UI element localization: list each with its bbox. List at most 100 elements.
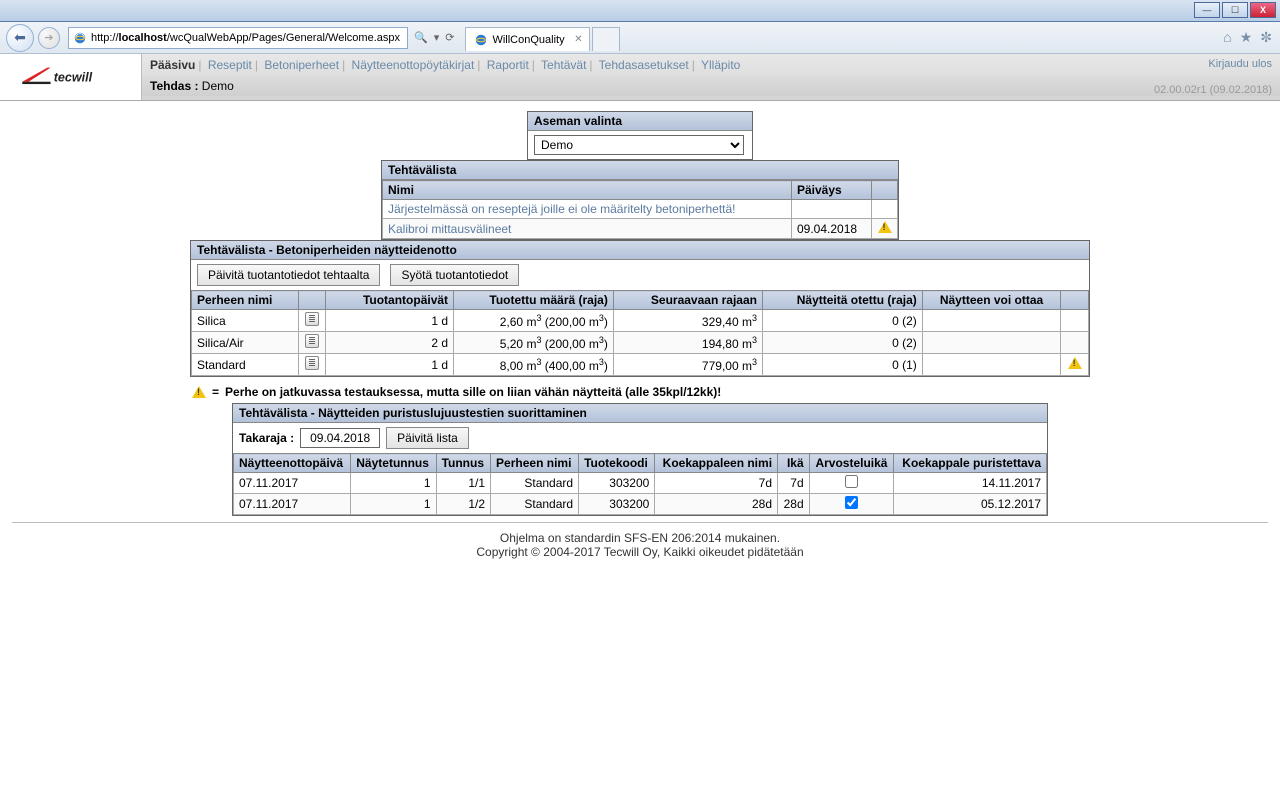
press-table: Näytteenottopäivä Näytetunnus Tunnus Per… — [233, 453, 1047, 515]
cell-cantake — [922, 310, 1060, 332]
cell-product: 303200 — [579, 473, 655, 494]
cell-tunnus: 1/1 — [436, 473, 490, 494]
sampling-row: Standard 1 d 8,00 m3 (400,00 m3) 779,00 … — [192, 354, 1089, 376]
th-warn — [872, 181, 898, 200]
cell-product: 303200 — [579, 494, 655, 515]
tasklist-panel: Tehtävälista Nimi Päiväys Järjestelmässä… — [381, 160, 899, 240]
menu-betoniperheet[interactable]: Betoniperheet — [264, 58, 339, 72]
tehdas-label: Tehdas : — [150, 79, 198, 93]
menu-naytteenotto[interactable]: Näytteenottopöytäkirjat — [352, 58, 475, 72]
tasklist-table: Nimi Päiväys Järjestelmässä on reseptejä… — [382, 180, 898, 239]
cell-cantake — [922, 354, 1060, 376]
cell-family: Standard — [192, 354, 299, 376]
legend-text: Perhe on jatkuvassa testauksessa, mutta … — [225, 385, 721, 399]
address-bar[interactable]: http://localhost/wcQualWebApp/Pages/Gene… — [68, 27, 408, 49]
detail-icon[interactable] — [305, 312, 319, 326]
menu-yllapito[interactable]: Ylläpito — [701, 58, 740, 72]
logout-link[interactable]: Kirjaudu ulos — [1208, 58, 1272, 70]
tasklist-title: Tehtävälista — [382, 161, 898, 180]
cell-tunnus: 1/2 — [436, 494, 490, 515]
warning-icon — [1068, 357, 1082, 369]
tools-icon[interactable]: ✼ — [1260, 29, 1272, 46]
menu-paasivu[interactable]: Pääsivu — [150, 58, 195, 72]
url-dropdown-icon[interactable]: ▾ — [434, 31, 440, 44]
cell-days: 2 d — [326, 332, 454, 354]
th-date: Päiväys — [792, 181, 872, 200]
app-header: tecwill Pääsivu| Reseptit| Betoniperheet… — [0, 54, 1280, 101]
deadline-label: Takaraja : — [239, 431, 294, 445]
task-date — [792, 200, 872, 219]
enter-production-button[interactable]: Syötä tuotantotiedot — [390, 264, 519, 286]
station-panel: Aseman valinta Demo — [527, 111, 753, 160]
detail-icon[interactable] — [305, 356, 319, 370]
cell-id: 1 — [351, 473, 436, 494]
station-select[interactable]: Demo — [534, 135, 744, 155]
footer-line2: Copyright © 2004-2017 Tecwill Oy, Kaikki… — [12, 545, 1268, 559]
detail-icon[interactable] — [305, 334, 319, 348]
update-production-button[interactable]: Päivitä tuotantotiedot tehtaalta — [197, 264, 380, 286]
th-produced: Tuotettu määrä (raja) — [454, 291, 614, 310]
th-product: Tuotekoodi — [579, 454, 655, 473]
refresh-button[interactable]: ⟳ — [445, 31, 454, 44]
cell-family: Standard — [491, 494, 579, 515]
cell-taken: 0 (2) — [762, 310, 922, 332]
url-tools: 🔍 ▾ ⟳ — [411, 31, 457, 44]
th-family: Perheen nimi — [192, 291, 299, 310]
cell-tonext: 194,80 m3 — [613, 332, 762, 354]
cell-warn — [1061, 310, 1089, 332]
th-piece: Koekappaleen nimi — [655, 454, 778, 473]
cell-tonext: 779,00 m3 — [613, 354, 762, 376]
task-warn-cell — [872, 219, 898, 239]
url-path: /wcQualWebApp/Pages/General/Welcome.aspx — [167, 32, 400, 44]
window-maximize-button[interactable]: ☐ — [1222, 2, 1248, 18]
th-icon — [298, 291, 326, 310]
favorites-icon[interactable]: ★ — [1240, 29, 1253, 46]
cell-taken: 0 (1) — [762, 354, 922, 376]
cell-tonext: 329,40 m3 — [613, 310, 762, 332]
th-taken: Näytteitä otettu (raja) — [762, 291, 922, 310]
window-close-button[interactable]: X — [1250, 2, 1276, 18]
window-minimize-button[interactable]: — — [1194, 2, 1220, 18]
cell-must: 14.11.2017 — [894, 473, 1047, 494]
back-button[interactable]: ⬅ — [6, 24, 34, 52]
url-host: localhost — [119, 32, 167, 44]
tab-close-icon[interactable]: ✕ — [574, 34, 582, 45]
task-row: Järjestelmässä on reseptejä joille ei ol… — [383, 200, 898, 219]
th-judge: Arvosteluikä — [809, 454, 894, 473]
cell-produced: 8,00 m3 (400,00 m3) — [454, 354, 614, 376]
judge-checkbox[interactable] — [845, 496, 858, 509]
cell-taken: 0 (2) — [762, 332, 922, 354]
sampling-panel: Tehtävälista - Betoniperheiden näytteide… — [190, 240, 1090, 403]
th-date: Näytteenottopäivä — [234, 454, 351, 473]
cell-warn — [1061, 332, 1089, 354]
svg-text:tecwill: tecwill — [53, 71, 92, 85]
cell-age: 28d — [778, 494, 810, 515]
task-link[interactable]: Järjestelmässä on reseptejä joille ei ol… — [388, 202, 736, 216]
browser-tab-active[interactable]: WillConQuality ✕ — [465, 27, 589, 51]
menu-raportit[interactable]: Raportit — [487, 58, 529, 72]
task-link[interactable]: Kalibroi mittausvälineet — [388, 222, 511, 236]
press-panel: Tehtävälista - Näytteiden puristuslujuus… — [232, 403, 1048, 516]
search-icon[interactable]: 🔍 — [414, 31, 428, 44]
cell-date: 07.11.2017 — [234, 473, 351, 494]
menu-tehtavat[interactable]: Tehtävät — [541, 58, 586, 72]
th-tunnus: Tunnus — [436, 454, 490, 473]
logo: tecwill — [0, 54, 142, 100]
ie-icon — [474, 33, 488, 47]
task-date: 09.04.2018 — [792, 219, 872, 239]
th-cantake: Näytteen voi ottaa — [922, 291, 1060, 310]
menu-tehdasasetukset[interactable]: Tehdasasetukset — [599, 58, 689, 72]
menu-reseptit[interactable]: Reseptit — [208, 58, 252, 72]
deadline-input[interactable] — [300, 428, 380, 448]
update-list-button[interactable]: Päivitä lista — [386, 427, 469, 449]
url-prefix: http:// — [91, 32, 119, 44]
th-warn — [1061, 291, 1089, 310]
cell-days: 1 d — [326, 310, 454, 332]
cell-family: Silica — [192, 310, 299, 332]
home-icon[interactable]: ⌂ — [1223, 29, 1231, 46]
task-row: Kalibroi mittausvälineet 09.04.2018 — [383, 219, 898, 239]
cell-date: 07.11.2017 — [234, 494, 351, 515]
forward-button[interactable]: ➔ — [38, 27, 60, 49]
new-tab-button[interactable] — [592, 27, 620, 51]
judge-checkbox[interactable] — [845, 475, 858, 488]
